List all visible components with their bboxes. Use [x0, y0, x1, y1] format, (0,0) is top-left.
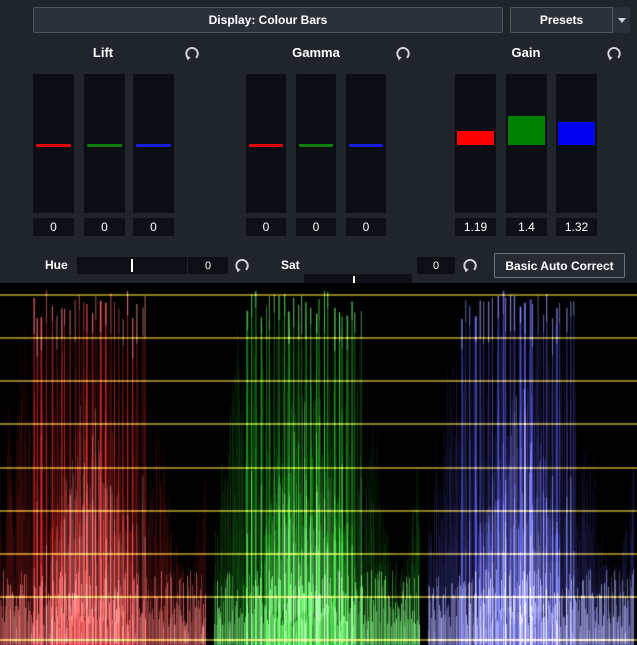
sat-label: Sat — [281, 253, 300, 277]
hue-value[interactable]: 0 — [188, 257, 228, 274]
reset-icon — [461, 256, 479, 274]
waveform-scope — [0, 283, 637, 645]
lift-red-value[interactable]: 0 — [33, 218, 74, 236]
gain-red-slider[interactable] — [455, 74, 496, 213]
gamma-blue-value[interactable]: 0 — [346, 218, 386, 236]
gamma-red-slider[interactable] — [246, 74, 286, 213]
reset-icon — [183, 44, 201, 62]
lift-green-value[interactable]: 0 — [84, 218, 125, 236]
sat-value[interactable]: 0 — [417, 257, 455, 274]
chevron-down-icon — [618, 18, 626, 23]
gamma-title: Gamma — [276, 45, 356, 60]
lift-red-slider[interactable] — [33, 74, 74, 213]
gain-blue-value[interactable]: 1.32 — [556, 218, 597, 236]
gamma-green-slider[interactable] — [296, 74, 336, 213]
lift-green-slider[interactable] — [84, 74, 125, 213]
gain-red-handle[interactable] — [457, 131, 494, 145]
gamma-blue-handle[interactable] — [349, 144, 383, 147]
gamma-reset-button[interactable] — [394, 44, 412, 62]
sat-reset-button[interactable] — [461, 256, 479, 274]
gain-blue-slider[interactable] — [556, 74, 597, 213]
display-mode-button[interactable]: Display: Colour Bars — [33, 7, 503, 33]
gamma-red-handle[interactable] — [249, 144, 283, 147]
lift-blue-slider[interactable] — [133, 74, 174, 213]
presets-button[interactable]: Presets — [510, 7, 612, 33]
gamma-red-value[interactable]: 0 — [246, 218, 286, 236]
lift-title: Lift — [63, 45, 143, 60]
lift-blue-value[interactable]: 0 — [133, 218, 174, 236]
reset-icon — [605, 44, 623, 62]
lift-blue-handle[interactable] — [136, 144, 171, 147]
gain-green-slider[interactable] — [506, 74, 547, 213]
gain-blue-handle[interactable] — [558, 122, 595, 145]
hue-reset-button[interactable] — [233, 256, 251, 274]
basic-auto-correct-button[interactable]: Basic Auto Correct — [494, 253, 625, 278]
hue-slider[interactable] — [77, 257, 187, 274]
lift-reset-button[interactable] — [183, 44, 201, 62]
gamma-green-value[interactable]: 0 — [296, 218, 336, 236]
gain-red-value[interactable]: 1.19 — [455, 218, 496, 236]
presets-dropdown-button[interactable] — [612, 7, 630, 33]
gain-green-value[interactable]: 1.4 — [506, 218, 547, 236]
hue-handle[interactable] — [131, 259, 133, 272]
hue-label: Hue — [45, 253, 68, 277]
gamma-blue-slider[interactable] — [346, 74, 386, 213]
reset-icon — [394, 44, 412, 62]
reset-icon — [233, 256, 251, 274]
gamma-green-handle[interactable] — [299, 144, 333, 147]
lift-red-handle[interactable] — [36, 144, 71, 147]
gain-title: Gain — [486, 45, 566, 60]
gain-reset-button[interactable] — [605, 44, 623, 62]
gain-green-handle[interactable] — [508, 116, 545, 145]
lift-green-handle[interactable] — [87, 144, 122, 147]
